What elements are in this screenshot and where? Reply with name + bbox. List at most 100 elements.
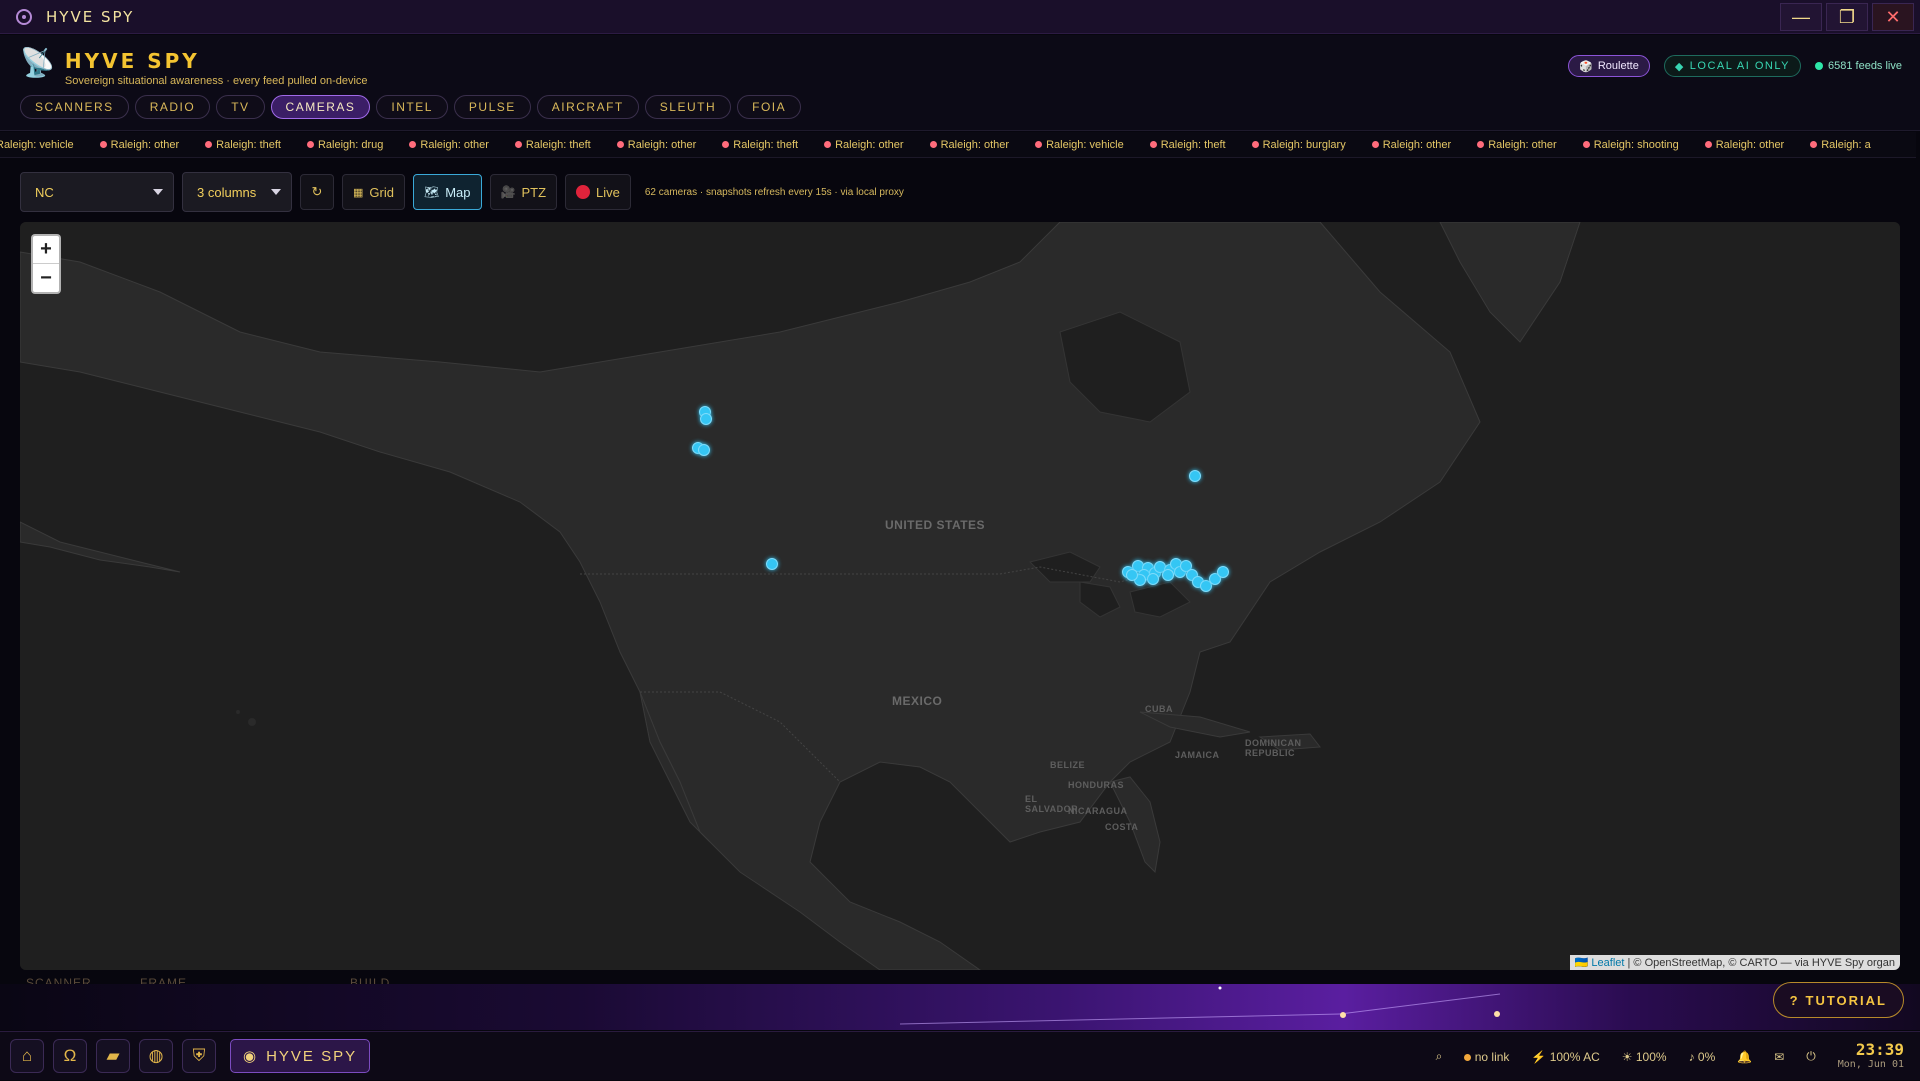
alert-dot-icon bbox=[722, 141, 730, 148]
ticker-item[interactable]: Raleigh: theft bbox=[205, 139, 281, 151]
roulette-label: Roulette bbox=[1597, 60, 1639, 72]
ticker-item[interactable]: Raleigh: burglary bbox=[1251, 139, 1346, 151]
home-icon[interactable]: ⌂ bbox=[10, 1039, 44, 1073]
camera-toolbar: NC 3 columns ↻ ▦ Grid 🗺 Map 🎥 PTZ Live 6… bbox=[20, 172, 904, 212]
ticker-item[interactable]: Raleigh: vehicle bbox=[1035, 139, 1124, 151]
power-icon[interactable]: ⏻ bbox=[1806, 1049, 1816, 1064]
alert-dot-icon bbox=[306, 141, 314, 148]
brand: 📡 HYVE SPY Sovereign situational awarene… bbox=[20, 49, 368, 88]
network-status[interactable]: no link bbox=[1464, 1050, 1509, 1064]
local-ai-badge: ◆ LOCAL AI ONLY bbox=[1663, 55, 1801, 77]
map-label-belize: BELIZE bbox=[1050, 760, 1086, 770]
camera-marker[interactable] bbox=[698, 444, 710, 456]
camera-info-text: 62 cameras · snapshots refresh every 15s… bbox=[644, 186, 904, 198]
chevron-down-icon bbox=[271, 189, 281, 195]
ticker-text: Raleigh: other bbox=[420, 138, 489, 151]
camera-marker[interactable] bbox=[1217, 566, 1229, 578]
zoom-out-button[interactable]: − bbox=[33, 264, 59, 292]
tab-sleuth[interactable]: SLEUTH bbox=[644, 95, 732, 119]
tab-intel[interactable]: INTEL bbox=[376, 95, 448, 119]
ticker-item[interactable]: Raleigh: theft bbox=[514, 138, 591, 151]
ticker-item[interactable]: Raleigh: other bbox=[616, 139, 696, 151]
ticker-item[interactable]: Raleigh: other bbox=[409, 139, 489, 151]
camera-marker[interactable] bbox=[1162, 569, 1174, 581]
tutorial-button[interactable]: ? TUTORIAL bbox=[1772, 982, 1904, 1018]
tab-pulse[interactable]: PULSE bbox=[453, 95, 531, 119]
ticker-text: Raleigh: other bbox=[940, 138, 1010, 151]
wallpaper-band bbox=[0, 984, 1920, 1030]
alert-dot-icon bbox=[824, 141, 832, 148]
chevron-down-icon bbox=[153, 189, 163, 195]
ticker-item[interactable]: Raleigh: drug bbox=[306, 139, 383, 151]
ticker-item[interactable]: Raleigh: other bbox=[1371, 139, 1451, 151]
minimize-button[interactable]: — bbox=[1780, 3, 1822, 31]
refresh-button[interactable]: ↻ bbox=[300, 174, 334, 210]
app-tagline: Sovereign situational awareness · every … bbox=[64, 75, 368, 87]
close-button[interactable]: ✕ bbox=[1872, 3, 1914, 31]
map-label-us: UNITED STATES bbox=[885, 518, 986, 532]
volume-status[interactable]: ♪ 0% bbox=[1689, 1050, 1716, 1064]
ticker-item[interactable]: Raleigh: shooting bbox=[1582, 139, 1679, 151]
leaflet-link[interactable]: Leaflet bbox=[1591, 957, 1624, 969]
map-label-honduras: HONDURAS bbox=[1068, 780, 1125, 790]
tab-foia[interactable]: FOIA bbox=[737, 95, 802, 119]
region-select[interactable]: NC bbox=[20, 172, 174, 212]
zoom-in-button[interactable]: + bbox=[33, 236, 59, 264]
roulette-button[interactable]: 🎲 Roulette bbox=[1568, 55, 1650, 77]
columns-select[interactable]: 3 columns bbox=[182, 172, 292, 212]
tab-radio[interactable]: RADIO bbox=[134, 95, 211, 119]
status-dot-icon bbox=[1815, 62, 1823, 70]
bolt-icon: ⚡ bbox=[1531, 1049, 1547, 1064]
maximize-button[interactable]: ❐ bbox=[1826, 3, 1868, 31]
link-dot-icon bbox=[1464, 1053, 1472, 1061]
tab-tv[interactable]: TV bbox=[216, 95, 265, 119]
globe-icon[interactable]: ◍ bbox=[139, 1039, 173, 1073]
omega-icon[interactable]: Ω bbox=[53, 1039, 87, 1073]
power-label: 100% AC bbox=[1549, 1049, 1600, 1064]
camera-marker[interactable] bbox=[1126, 569, 1138, 581]
ticker-text: Raleigh: vehicle bbox=[1046, 138, 1124, 151]
mail-icon[interactable]: ✉ bbox=[1774, 1050, 1784, 1064]
system-tray: ⌕ no link ⚡ 100% AC ☀ 100% ♪ 0% 🔔 ✉ ⏻ 23… bbox=[1436, 1032, 1904, 1081]
camera-marker[interactable] bbox=[1189, 470, 1201, 482]
brightness-status[interactable]: ☀ 100% bbox=[1622, 1050, 1667, 1064]
live-view-button[interactable]: Live bbox=[565, 174, 631, 210]
ticker-item[interactable]: Raleigh: theft bbox=[1149, 139, 1226, 151]
search-icon[interactable]: ⌕ bbox=[1436, 1049, 1443, 1064]
shield-icon[interactable]: ⛨ bbox=[182, 1039, 216, 1073]
taskbar-app-hyvespy[interactable]: ◉ HYVE SPY bbox=[230, 1039, 371, 1073]
alert-dot-icon bbox=[1371, 141, 1379, 148]
bell-icon[interactable]: 🔔 bbox=[1737, 1050, 1752, 1064]
app-name: HYVE SPY bbox=[64, 49, 200, 73]
tab-aircraft[interactable]: AIRCRAFT bbox=[536, 95, 639, 119]
ticker-text: Raleigh: theft bbox=[525, 138, 591, 151]
camera-icon: 🎥 bbox=[500, 185, 516, 199]
ticker-item[interactable]: Raleigh: other bbox=[1477, 139, 1557, 151]
ticker-item[interactable]: Raleigh: other bbox=[824, 139, 904, 151]
ticker-item[interactable]: Raleigh: other bbox=[1704, 139, 1784, 151]
zoom-control: + − bbox=[31, 234, 61, 294]
alert-dot-icon bbox=[929, 141, 937, 148]
folder-icon[interactable]: ▰ bbox=[96, 1039, 130, 1073]
feeds-count: 6581 feeds live bbox=[1828, 60, 1902, 72]
map-label-jamaica: JAMAICA bbox=[1175, 750, 1220, 760]
ticker-item[interactable]: Raleigh: theft bbox=[722, 139, 798, 151]
basemap bbox=[20, 222, 1900, 970]
ptz-view-button[interactable]: 🎥 PTZ bbox=[489, 174, 558, 210]
camera-marker[interactable] bbox=[700, 413, 712, 425]
ticker-item[interactable]: Raleigh: a bbox=[1810, 139, 1871, 151]
ticker-item[interactable]: Raleigh: other bbox=[99, 139, 179, 151]
map-view-button[interactable]: 🗺 Map bbox=[412, 174, 482, 210]
ticker-item[interactable]: Raleigh: other bbox=[929, 138, 1010, 151]
camera-map[interactable]: + − UNITED STATES MEXICO CUBA DOMINICAN … bbox=[20, 222, 1900, 970]
brightness-label: 100% bbox=[1635, 1049, 1667, 1064]
tab-cameras[interactable]: CAMERAS bbox=[270, 95, 371, 119]
grid-icon: ▦ bbox=[353, 186, 364, 199]
alert-dot-icon bbox=[514, 141, 522, 148]
camera-marker[interactable] bbox=[1147, 573, 1159, 585]
ticker-item[interactable]: Raleigh: vehicle bbox=[0, 139, 74, 151]
camera-marker[interactable] bbox=[766, 558, 778, 570]
power-status[interactable]: ⚡ 100% AC bbox=[1531, 1050, 1599, 1064]
tab-scanners[interactable]: SCANNERS bbox=[20, 95, 129, 119]
grid-view-button[interactable]: ▦ Grid bbox=[342, 174, 405, 210]
